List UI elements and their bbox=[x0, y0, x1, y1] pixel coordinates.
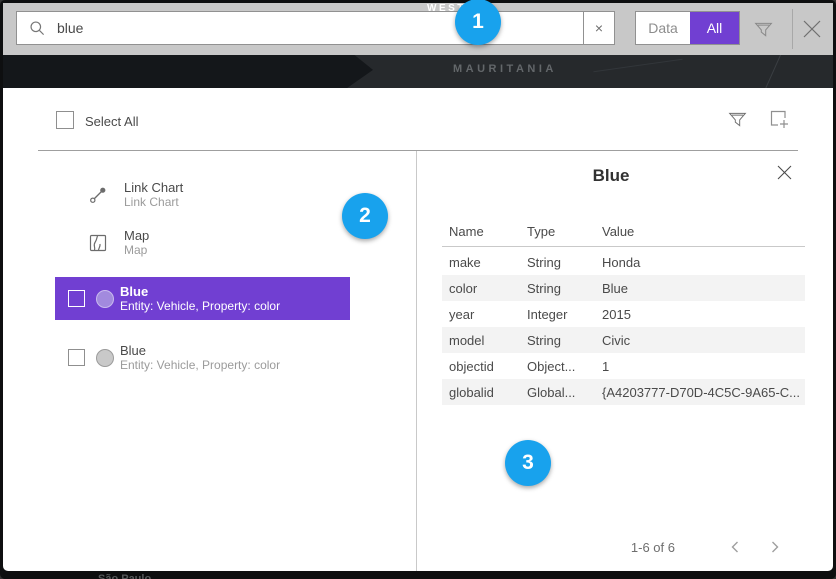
annotation-step-2: 2 bbox=[342, 193, 388, 239]
results-filter-icon[interactable] bbox=[727, 109, 748, 135]
pagination: 1-6 of 6 bbox=[631, 537, 789, 557]
toolbar-divider bbox=[792, 9, 793, 49]
app-window: WESTER × Data All MAURITANIA bbox=[0, 0, 836, 579]
cell-name: objectid bbox=[442, 359, 520, 374]
result-checkbox[interactable] bbox=[68, 290, 85, 307]
close-search-icon[interactable] bbox=[801, 18, 823, 45]
panel-body: Link Chart Link Chart Map Map bbox=[3, 151, 833, 571]
map-border-line bbox=[762, 55, 782, 88]
cell-name: make bbox=[442, 255, 520, 270]
search-toolbar: WESTER × Data All bbox=[3, 3, 833, 55]
result-title: Map bbox=[124, 228, 149, 243]
table-row: model String Civic bbox=[442, 327, 805, 353]
cell-name: model bbox=[442, 333, 520, 348]
cell-type: String bbox=[520, 281, 595, 296]
cell-type: String bbox=[520, 255, 595, 270]
result-subtitle: Link Chart bbox=[124, 195, 183, 210]
map-ocean-area bbox=[3, 55, 373, 88]
entity-circle-icon bbox=[96, 290, 114, 308]
toggle-option-data[interactable]: Data bbox=[636, 12, 690, 44]
cell-type: String bbox=[520, 333, 595, 348]
map-background: MAURITANIA bbox=[3, 55, 833, 88]
select-all-checkbox[interactable] bbox=[56, 111, 74, 129]
map-label-mauritania: MAURITANIA bbox=[453, 63, 557, 75]
result-checkbox[interactable] bbox=[68, 349, 85, 366]
cell-name: color bbox=[442, 281, 520, 296]
link-chart-icon bbox=[88, 185, 108, 205]
panel-header: Select All bbox=[3, 88, 833, 150]
table-header-row: Name Type Value bbox=[442, 216, 805, 247]
data-all-toggle: Data All bbox=[635, 11, 740, 45]
table-row: year Integer 2015 bbox=[442, 301, 805, 327]
table-row: objectid Object... 1 bbox=[442, 353, 805, 379]
next-page-icon[interactable] bbox=[761, 537, 789, 557]
cell-type: Global... bbox=[520, 385, 595, 400]
result-item-blue[interactable]: Blue Entity: Vehicle, Property: color bbox=[55, 336, 350, 379]
result-title: Link Chart bbox=[124, 180, 183, 195]
table-row: globalid Global... {A4203777-D70D-4C5C-9… bbox=[442, 379, 805, 405]
cell-value: 2015 bbox=[595, 307, 805, 322]
cell-type: Integer bbox=[520, 307, 595, 322]
column-header-value: Value bbox=[595, 224, 805, 239]
toggle-option-all[interactable]: All bbox=[690, 12, 739, 44]
search-icon bbox=[29, 20, 46, 37]
map-label-sao-paulo: São Paulo bbox=[98, 573, 151, 579]
select-all-label: Select All bbox=[85, 114, 138, 129]
cell-value: Honda bbox=[595, 255, 805, 270]
result-item-blue-selected[interactable]: Blue Entity: Vehicle, Property: color bbox=[55, 277, 350, 320]
cell-value: Civic bbox=[595, 333, 805, 348]
filter-icon[interactable] bbox=[753, 19, 774, 45]
previous-page-icon[interactable] bbox=[721, 537, 749, 557]
pagination-range-label: 1-6 of 6 bbox=[631, 540, 675, 555]
column-header-name: Name bbox=[442, 224, 520, 239]
detail-title: Blue bbox=[417, 166, 833, 186]
result-title: Blue bbox=[120, 284, 280, 299]
clear-search-button[interactable]: × bbox=[583, 12, 614, 44]
column-header-type: Type bbox=[520, 224, 595, 239]
detail-panel: Blue Name Type Value make String Honda bbox=[417, 151, 833, 571]
result-subtitle: Entity: Vehicle, Property: color bbox=[120, 358, 280, 373]
cell-name: year bbox=[442, 307, 520, 322]
table-row: color String Blue bbox=[442, 275, 805, 301]
result-title: Blue bbox=[120, 343, 280, 358]
result-subtitle: Map bbox=[124, 243, 149, 258]
cell-type: Object... bbox=[520, 359, 595, 374]
result-item-link-chart[interactable]: Link Chart Link Chart bbox=[55, 177, 350, 213]
annotation-step-3: 3 bbox=[505, 440, 551, 486]
map-bottom-strip: São Paulo bbox=[3, 571, 833, 579]
search-box: × bbox=[16, 11, 615, 45]
entity-circle-icon bbox=[96, 349, 114, 367]
properties-table: Name Type Value make String Honda color … bbox=[442, 216, 805, 405]
map-icon bbox=[88, 233, 108, 253]
cell-value: 1 bbox=[595, 359, 805, 374]
map-border-line bbox=[593, 59, 682, 73]
add-to-selection-icon[interactable] bbox=[769, 109, 790, 135]
result-subtitle: Entity: Vehicle, Property: color bbox=[120, 299, 280, 314]
annotation-step-1: 1 bbox=[455, 0, 501, 45]
detail-close-icon[interactable] bbox=[776, 164, 793, 186]
search-results-panel: Select All Lin bbox=[3, 88, 833, 571]
search-input[interactable] bbox=[55, 19, 583, 37]
table-row: make String Honda bbox=[442, 249, 805, 275]
result-item-map[interactable]: Map Map bbox=[55, 225, 350, 261]
cell-name: globalid bbox=[442, 385, 520, 400]
cell-value: {A4203777-D70D-4C5C-9A65-C... bbox=[595, 385, 805, 400]
cell-value: Blue bbox=[595, 281, 805, 296]
